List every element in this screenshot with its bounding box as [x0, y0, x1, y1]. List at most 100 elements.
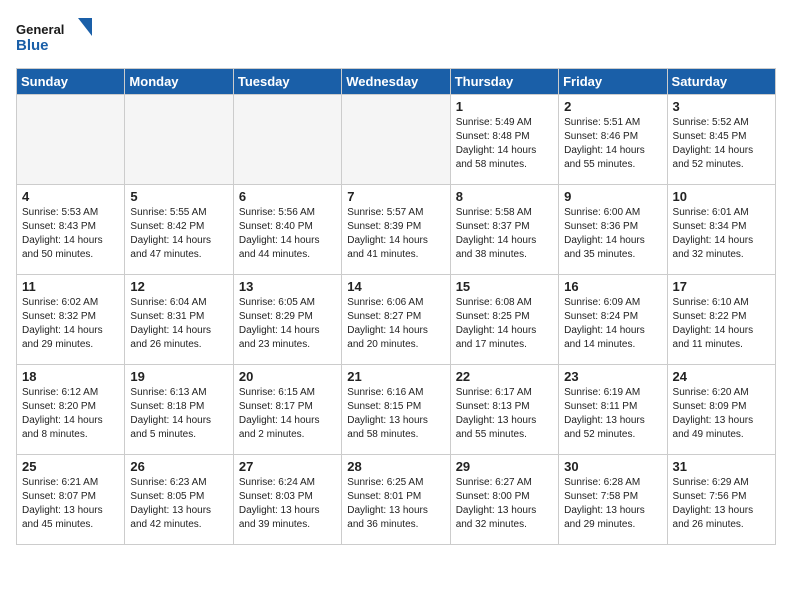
day-number: 4 — [22, 189, 119, 204]
day-number: 2 — [564, 99, 661, 114]
day-number: 25 — [22, 459, 119, 474]
cell-details: Sunrise: 6:10 AMSunset: 8:22 PMDaylight:… — [673, 296, 770, 352]
page-header: General Blue — [16, 16, 776, 56]
calendar-cell: 15 Sunrise: 6:08 AMSunset: 8:25 PMDayligh… — [450, 275, 558, 365]
day-number: 6 — [239, 189, 336, 204]
day-number: 16 — [564, 279, 661, 294]
calendar-cell: 30 Sunrise: 6:28 AMSunset: 7:58 PMDayligh… — [559, 455, 667, 545]
day-number: 1 — [456, 99, 553, 114]
day-number: 8 — [456, 189, 553, 204]
day-number: 30 — [564, 459, 661, 474]
cell-details: Sunrise: 6:27 AMSunset: 8:00 PMDaylight:… — [456, 476, 553, 532]
day-number: 5 — [130, 189, 227, 204]
calendar-cell: 18 Sunrise: 6:12 AMSunset: 8:20 PMDayligh… — [17, 365, 125, 455]
cell-details: Sunrise: 6:19 AMSunset: 8:11 PMDaylight:… — [564, 386, 661, 442]
cell-details: Sunrise: 5:58 AMSunset: 8:37 PMDaylight:… — [456, 206, 553, 262]
cell-details: Sunrise: 6:29 AMSunset: 7:56 PMDaylight:… — [673, 476, 770, 532]
calendar-cell: 12 Sunrise: 6:04 AMSunset: 8:31 PMDayligh… — [125, 275, 233, 365]
weekday-header-saturday: Saturday — [667, 69, 775, 95]
calendar-cell: 29 Sunrise: 6:27 AMSunset: 8:00 PMDayligh… — [450, 455, 558, 545]
cell-details: Sunrise: 6:17 AMSunset: 8:13 PMDaylight:… — [456, 386, 553, 442]
cell-details: Sunrise: 6:21 AMSunset: 8:07 PMDaylight:… — [22, 476, 119, 532]
cell-details: Sunrise: 5:52 AMSunset: 8:45 PMDaylight:… — [673, 116, 770, 172]
calendar-cell: 23 Sunrise: 6:19 AMSunset: 8:11 PMDayligh… — [559, 365, 667, 455]
cell-details: Sunrise: 6:09 AMSunset: 8:24 PMDaylight:… — [564, 296, 661, 352]
calendar-cell: 6 Sunrise: 5:56 AMSunset: 8:40 PMDaylight… — [233, 185, 341, 275]
weekday-header-thursday: Thursday — [450, 69, 558, 95]
svg-text:Blue: Blue — [16, 37, 49, 54]
calendar-cell: 10 Sunrise: 6:01 AMSunset: 8:34 PMDayligh… — [667, 185, 775, 275]
calendar-cell — [342, 95, 450, 185]
day-number: 26 — [130, 459, 227, 474]
calendar-cell: 9Sunrise: 6:00 AMSunset: 8:36 PMDaylight… — [559, 185, 667, 275]
day-number: 28 — [347, 459, 444, 474]
weekday-header-wednesday: Wednesday — [342, 69, 450, 95]
calendar-cell: 20 Sunrise: 6:15 AMSunset: 8:17 PMDayligh… — [233, 365, 341, 455]
day-number: 7 — [347, 189, 444, 204]
day-number: 10 — [673, 189, 770, 204]
calendar-cell: 26 Sunrise: 6:23 AMSunset: 8:05 PMDayligh… — [125, 455, 233, 545]
day-number: 9 — [564, 189, 661, 204]
calendar-cell: 25 Sunrise: 6:21 AMSunset: 8:07 PMDayligh… — [17, 455, 125, 545]
day-number: 19 — [130, 369, 227, 384]
weekday-header-sunday: Sunday — [17, 69, 125, 95]
svg-text:General: General — [16, 22, 64, 37]
calendar-cell: 3 Sunrise: 5:52 AMSunset: 8:45 PMDaylight… — [667, 95, 775, 185]
cell-details: Sunrise: 6:13 AMSunset: 8:18 PMDaylight:… — [130, 386, 227, 442]
cell-details: Sunrise: 6:25 AMSunset: 8:01 PMDaylight:… — [347, 476, 444, 532]
cell-details: Sunrise: 5:51 AMSunset: 8:46 PMDaylight:… — [564, 116, 661, 172]
cell-details: Sunrise: 5:57 AMSunset: 8:39 PMDaylight:… — [347, 206, 444, 262]
calendar-cell: 7 Sunrise: 5:57 AMSunset: 8:39 PMDaylight… — [342, 185, 450, 275]
day-number: 3 — [673, 99, 770, 114]
cell-details: Sunrise: 6:02 AMSunset: 8:32 PMDaylight:… — [22, 296, 119, 352]
day-number: 24 — [673, 369, 770, 384]
calendar-cell: 8 Sunrise: 5:58 AMSunset: 8:37 PMDaylight… — [450, 185, 558, 275]
day-number: 13 — [239, 279, 336, 294]
day-number: 27 — [239, 459, 336, 474]
day-number: 21 — [347, 369, 444, 384]
calendar-cell: 4Sunrise: 5:53 AMSunset: 8:43 PMDaylight… — [17, 185, 125, 275]
calendar-cell — [17, 95, 125, 185]
cell-details: Sunrise: 6:06 AMSunset: 8:27 PMDaylight:… — [347, 296, 444, 352]
cell-details: Sunrise: 5:55 AMSunset: 8:42 PMDaylight:… — [130, 206, 227, 262]
calendar-cell — [125, 95, 233, 185]
cell-details: Sunrise: 5:49 AMSunset: 8:48 PMDaylight:… — [456, 116, 553, 172]
day-number: 15 — [456, 279, 553, 294]
day-number: 12 — [130, 279, 227, 294]
cell-details: Sunrise: 6:23 AMSunset: 8:05 PMDaylight:… — [130, 476, 227, 532]
day-number: 20 — [239, 369, 336, 384]
cell-details: Sunrise: 6:28 AMSunset: 7:58 PMDaylight:… — [564, 476, 661, 532]
day-number: 29 — [456, 459, 553, 474]
cell-details: Sunrise: 6:20 AMSunset: 8:09 PMDaylight:… — [673, 386, 770, 442]
calendar-cell: 11 Sunrise: 6:02 AMSunset: 8:32 PMDayligh… — [17, 275, 125, 365]
day-number: 11 — [22, 279, 119, 294]
day-number: 23 — [564, 369, 661, 384]
calendar-cell: 17 Sunrise: 6:10 AMSunset: 8:22 PMDayligh… — [667, 275, 775, 365]
day-number: 17 — [673, 279, 770, 294]
cell-details: Sunrise: 5:56 AMSunset: 8:40 PMDaylight:… — [239, 206, 336, 262]
logo-svg: General Blue — [16, 16, 96, 56]
cell-details: Sunrise: 6:08 AMSunset: 8:25 PMDaylight:… — [456, 296, 553, 352]
cell-details: Sunrise: 6:15 AMSunset: 8:17 PMDaylight:… — [239, 386, 336, 442]
logo: General Blue — [16, 16, 96, 56]
day-number: 18 — [22, 369, 119, 384]
weekday-header-friday: Friday — [559, 69, 667, 95]
day-number: 31 — [673, 459, 770, 474]
weekday-header-monday: Monday — [125, 69, 233, 95]
calendar-cell: 16 Sunrise: 6:09 AMSunset: 8:24 PMDayligh… — [559, 275, 667, 365]
cell-details: Sunrise: 6:01 AMSunset: 8:34 PMDaylight:… — [673, 206, 770, 262]
day-number: 14 — [347, 279, 444, 294]
cell-details: Sunrise: 6:04 AMSunset: 8:31 PMDaylight:… — [130, 296, 227, 352]
calendar-table: SundayMondayTuesdayWednesdayThursdayFrid… — [16, 68, 776, 545]
calendar-cell: 31 Sunrise: 6:29 AMSunset: 7:56 PMDayligh… — [667, 455, 775, 545]
cell-details: Sunrise: 6:16 AMSunset: 8:15 PMDaylight:… — [347, 386, 444, 442]
calendar-cell: 28 Sunrise: 6:25 AMSunset: 8:01 PMDayligh… — [342, 455, 450, 545]
day-number: 22 — [456, 369, 553, 384]
calendar-cell: 27Sunrise: 6:24 AMSunset: 8:03 PMDayligh… — [233, 455, 341, 545]
calendar-cell: 22 Sunrise: 6:17 AMSunset: 8:13 PMDayligh… — [450, 365, 558, 455]
cell-details: Sunrise: 6:12 AMSunset: 8:20 PMDaylight:… — [22, 386, 119, 442]
calendar-cell — [233, 95, 341, 185]
calendar-cell: 5 Sunrise: 5:55 AMSunset: 8:42 PMDaylight… — [125, 185, 233, 275]
calendar-cell: 24 Sunrise: 6:20 AMSunset: 8:09 PMDayligh… — [667, 365, 775, 455]
cell-details: Sunrise: 6:05 AMSunset: 8:29 PMDaylight:… — [239, 296, 336, 352]
